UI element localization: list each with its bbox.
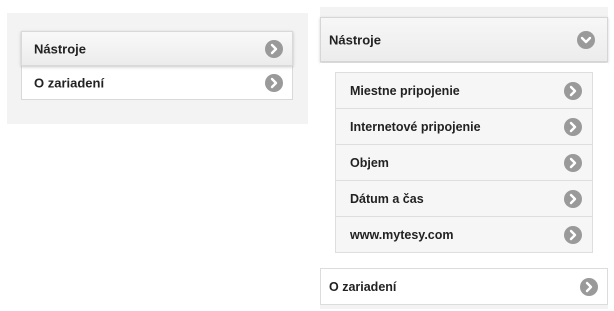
chevron-right-icon xyxy=(564,225,582,244)
chevron-right-icon xyxy=(564,153,582,172)
chevron-right-icon xyxy=(564,189,582,208)
submenu-item-internetove-pripojenie[interactable]: Internetové pripojenie xyxy=(335,108,593,145)
submenu-item-mytesy-link[interactable]: www.mytesy.com xyxy=(335,216,593,253)
chevron-right-icon xyxy=(580,277,598,296)
submenu-container: Miestne pripojenie Internetové pripojeni… xyxy=(320,63,608,268)
chevron-right-icon xyxy=(564,81,582,100)
submenu-item-label: Dátum a čas xyxy=(350,191,424,206)
right-menu-panel: Nástroje Miestne pripojenie Internetové … xyxy=(320,7,608,309)
submenu-list: Miestne pripojenie Internetové pripojeni… xyxy=(335,72,593,253)
submenu-item-miestne-pripojenie[interactable]: Miestne pripojenie xyxy=(335,72,593,109)
chevron-right-icon xyxy=(265,39,283,58)
chevron-right-icon xyxy=(564,117,582,136)
submenu-item-datum-a-cas[interactable]: Dátum a čas xyxy=(335,180,593,217)
chevron-down-icon xyxy=(577,30,595,49)
submenu-item-label: www.mytesy.com xyxy=(350,227,454,242)
menu-item-label: O zariadení xyxy=(34,75,105,90)
menu-item-o-zariadeni[interactable]: O zariadení xyxy=(21,65,293,100)
chevron-right-icon xyxy=(265,73,283,92)
left-menu-panel: Nástroje O zariadení xyxy=(7,13,308,124)
menu-item-label: O zariadení xyxy=(329,279,397,294)
left-menu-list: Nástroje O zariadení xyxy=(21,31,293,100)
menu-item-o-zariadeni[interactable]: O zariadení xyxy=(320,268,608,305)
submenu-item-label: Objem xyxy=(350,155,389,170)
menu-header-label: Nástroje xyxy=(329,32,382,47)
menu-item-nastroje[interactable]: Nástroje xyxy=(21,31,293,66)
menu-item-label: Nástroje xyxy=(34,41,87,56)
stage: Nástroje O zariadení Nástroje Miestne pr… xyxy=(0,0,614,311)
submenu-item-label: Internetové pripojenie xyxy=(350,119,481,134)
submenu-item-label: Miestne pripojenie xyxy=(350,83,460,98)
menu-header-nastroje[interactable]: Nástroje xyxy=(320,17,608,62)
submenu-item-objem[interactable]: Objem xyxy=(335,144,593,181)
